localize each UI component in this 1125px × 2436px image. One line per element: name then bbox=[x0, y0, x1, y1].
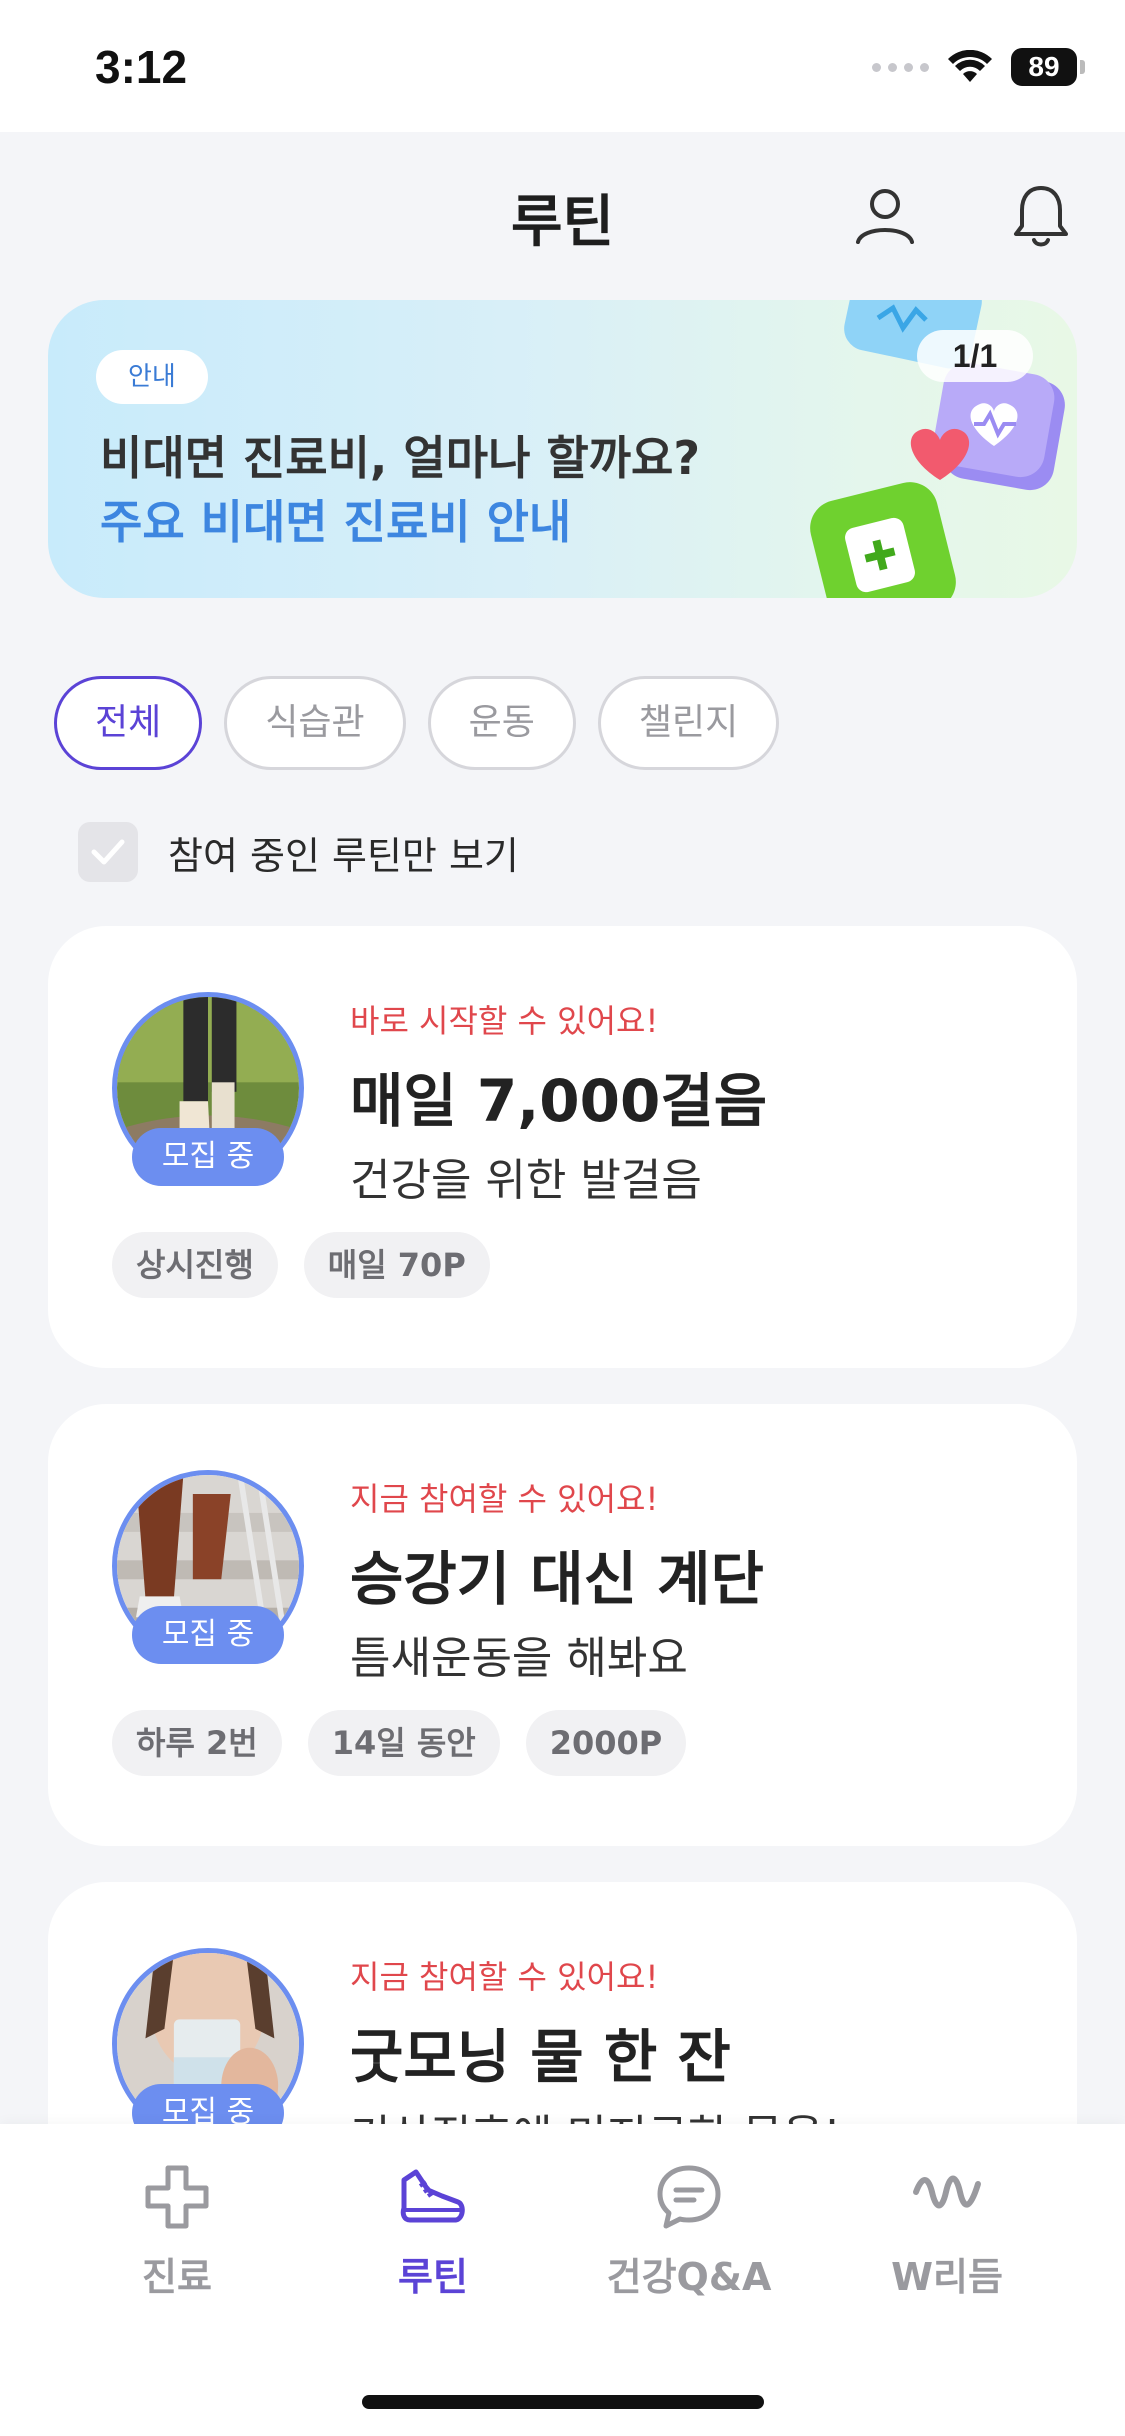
routine-tags: 상시진행 매일 70P bbox=[112, 1232, 490, 1298]
battery-icon: 89 bbox=[1011, 48, 1085, 86]
wave-icon bbox=[913, 2175, 981, 2209]
tab-label: 건강Q&A bbox=[606, 2255, 772, 2299]
home-indicator[interactable] bbox=[362, 2395, 764, 2409]
participating-only-checkbox[interactable] bbox=[78, 822, 138, 882]
bottom-tab-bar: 진료 루틴 건강Q&A W리듬 bbox=[0, 2124, 1125, 2436]
routine-description: 건강을 위한 발걸음 bbox=[350, 1155, 702, 1206]
tab-label: 진료 bbox=[142, 2255, 212, 2299]
bell-icon[interactable] bbox=[1006, 180, 1076, 250]
banner-page-counter: 1/1 bbox=[917, 330, 1033, 382]
category-filter: 전체 식습관 운동 챌린지 bbox=[54, 676, 780, 770]
filter-chip-diet[interactable]: 식습관 bbox=[224, 676, 406, 770]
routine-eyebrow: 바로 시작할 수 있어요! bbox=[350, 1002, 659, 1040]
routine-title: 승강기 대신 계단 bbox=[350, 1545, 764, 1613]
routine-card[interactable]: 모집 중 지금 참여할 수 있어요! 승강기 대신 계단 틈새운동을 해봐요 하… bbox=[48, 1404, 1077, 1846]
routine-thumbnail: 모집 중 bbox=[112, 992, 304, 1186]
routine-title: 굿모닝 물 한 잔 bbox=[350, 2023, 731, 2091]
banner-subtitle: 주요 비대면 진료비 안내 bbox=[100, 495, 572, 549]
routine-tag: 2000P bbox=[525, 1710, 687, 1776]
routine-eyebrow: 지금 참여할 수 있어요! bbox=[350, 1480, 659, 1518]
tab-label: 루틴 bbox=[398, 2255, 468, 2299]
routine-tag: 14일 동안 bbox=[307, 1710, 500, 1776]
routine-description: 틈새운동을 해봐요 bbox=[350, 1633, 688, 1684]
banner-tag: 안내 bbox=[96, 350, 208, 404]
filter-chip-all[interactable]: 전체 bbox=[54, 676, 203, 770]
tab-routine[interactable]: 루틴 bbox=[308, 2162, 558, 2301]
recruiting-badge: 모집 중 bbox=[132, 1128, 284, 1186]
filter-chip-challenge[interactable]: 챌린지 bbox=[597, 676, 780, 770]
tab-health-qa[interactable]: 건강Q&A bbox=[564, 2162, 814, 2301]
filter-chip-exercise[interactable]: 운동 bbox=[427, 676, 576, 770]
plus-cross-icon bbox=[145, 2165, 209, 2229]
profile-icon[interactable] bbox=[850, 180, 920, 250]
routine-eyebrow: 지금 참여할 수 있어요! bbox=[350, 1958, 659, 1996]
chat-bubble-icon bbox=[657, 2165, 721, 2229]
status-bar: 3:12 89 bbox=[0, 0, 1125, 132]
routine-tag: 상시진행 bbox=[112, 1232, 278, 1298]
routine-thumbnail: 모집 중 bbox=[112, 1470, 304, 1664]
sneaker-icon bbox=[400, 2169, 465, 2223]
checkmark-icon bbox=[91, 839, 125, 865]
routine-tag: 매일 70P bbox=[303, 1232, 490, 1298]
page-title: 루틴 bbox=[510, 190, 615, 255]
promo-banner[interactable]: 안내 비대면 진료비, 얼마나 할까요? 주요 비대면 진료비 안내 1/1 bbox=[48, 300, 1077, 598]
participating-only-label: 참여 중인 루틴만 보기 bbox=[168, 833, 519, 878]
tab-w-rhythm[interactable]: W리듬 bbox=[822, 2162, 1072, 2301]
tab-care[interactable]: 진료 bbox=[52, 2162, 302, 2301]
routine-thumbnail: 모집 중 bbox=[112, 1943, 304, 2142]
status-time: 3:12 bbox=[95, 41, 188, 93]
status-indicators: 89 bbox=[872, 48, 1085, 86]
routine-tag: 하루 2번 bbox=[112, 1710, 282, 1776]
tab-label: W리듬 bbox=[891, 2255, 1003, 2299]
routine-card[interactable]: 모집 중 바로 시작할 수 있어요! 매일 7,000걸음 건강을 위한 발걸음… bbox=[48, 926, 1077, 1368]
participating-only-toggle[interactable]: 참여 중인 루틴만 보기 bbox=[78, 822, 519, 882]
cellular-signal-icon bbox=[872, 62, 929, 72]
banner-title: 비대면 진료비, 얼마나 할까요? bbox=[100, 431, 701, 485]
recruiting-badge: 모집 중 bbox=[132, 1606, 284, 1664]
routine-tags: 하루 2번 14일 동안 2000P bbox=[112, 1710, 687, 1776]
wifi-icon bbox=[948, 50, 992, 82]
app-header: 루틴 bbox=[0, 132, 1125, 292]
routine-title: 매일 7,000걸음 bbox=[350, 1067, 768, 1135]
